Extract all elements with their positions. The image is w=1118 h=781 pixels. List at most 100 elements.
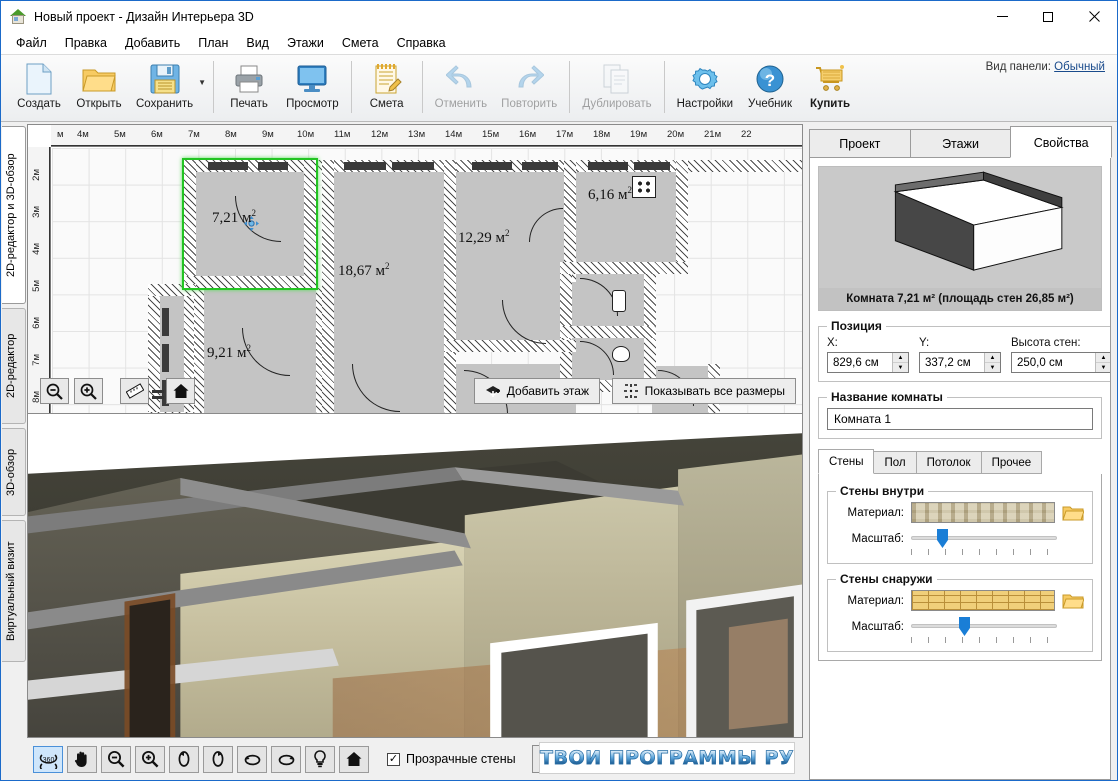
slider-ticks xyxy=(911,549,1057,555)
y-value[interactable]: 337,2 см xyxy=(920,353,984,372)
window-top-5 xyxy=(472,162,512,170)
tilt-up-icon xyxy=(178,751,190,767)
plan-zoom-in-button[interactable] xyxy=(74,378,103,404)
slider-thumb[interactable] xyxy=(936,529,949,548)
menu-item-edit[interactable]: Правка xyxy=(56,33,116,53)
bathtub-fixture-icon[interactable] xyxy=(612,290,626,312)
toolbar-label-open: Открыть xyxy=(76,98,122,110)
menu-item-plan[interactable]: План xyxy=(189,33,237,53)
tab-project[interactable]: Проект xyxy=(809,129,911,158)
y-up-arrow-icon: ▲ xyxy=(985,353,1000,363)
toilet-fixture-icon[interactable] xyxy=(612,346,630,362)
wall-h-d xyxy=(560,326,656,338)
show-all-sizes-button[interactable]: Показывать все размеры xyxy=(611,378,796,404)
toolbar-button-tutorial[interactable]: ? Учебник xyxy=(740,59,800,119)
home-view-button[interactable] xyxy=(339,745,369,773)
3d-view-pane[interactable] xyxy=(27,414,803,738)
panel-view-control: Вид панели: Обычный xyxy=(986,61,1105,73)
walls-inside-material-label: Материал: xyxy=(847,506,904,519)
minimize-button[interactable] xyxy=(979,1,1025,32)
plan-home-tool-button[interactable] xyxy=(166,378,195,404)
y-spinner-arrows[interactable]: ▲ ▼ xyxy=(984,353,1000,372)
pan-button[interactable] xyxy=(67,745,97,773)
plan-ruler-tool-button[interactable] xyxy=(120,378,149,404)
y-spinner[interactable]: 337,2 см ▲ ▼ xyxy=(919,352,1001,373)
ruler-tick-h-8: 11м xyxy=(334,129,351,140)
wall-height-spinner[interactable]: 250,0 см ▲ ▼ xyxy=(1011,352,1110,373)
rotate-right-button[interactable] xyxy=(271,745,301,773)
ruler-tick-h-6: 9м xyxy=(262,129,274,140)
side-tab-2d-and-3d[interactable]: 2D-редактор и 3D-обзор xyxy=(2,126,26,304)
walls-outside-browse-button[interactable] xyxy=(1062,592,1085,610)
toolbar-button-new[interactable]: Создать xyxy=(9,59,69,119)
toolbar-button-preview[interactable]: Просмотр xyxy=(279,59,346,119)
menu-item-add[interactable]: Добавить xyxy=(116,33,189,53)
side-tab-virtual-visit[interactable]: Виртуальный визит xyxy=(2,520,26,662)
toolbar-button-undo[interactable]: Отменить xyxy=(428,59,495,119)
rotate-360-icon: 360 xyxy=(39,753,57,769)
menu-item-estimate[interactable]: Смета xyxy=(333,33,388,53)
toolbar-button-duplicate[interactable]: Дублировать xyxy=(575,59,658,119)
toolbar-separator xyxy=(421,61,423,113)
svg-text:360: 360 xyxy=(42,757,54,764)
save-dropdown-arrow-icon[interactable]: ▼ xyxy=(198,78,206,87)
room-name-input[interactable]: Комната 1 xyxy=(827,408,1093,430)
walls-inside-material-swatch[interactable] xyxy=(911,502,1055,523)
ruler-tick-h-7: 10м xyxy=(297,129,315,140)
walls-outside-material-swatch[interactable] xyxy=(911,590,1055,611)
rotate-360-button[interactable]: 360 xyxy=(33,745,63,773)
toolbar-button-open[interactable]: Открыть xyxy=(69,59,129,119)
2d-editor-pane[interactable]: м 4м 5м 6м 7м 8м 9м 10м 11м 12м 13м 14м … xyxy=(27,124,803,414)
add-floor-button[interactable]: Добавить этаж xyxy=(473,378,600,404)
wall-v-d xyxy=(322,160,334,413)
floor-plan-canvas[interactable]: 7,21 м2 9,21 м2 18,67 м2 12,29 м2 6,16 м… xyxy=(52,148,802,413)
walls-inside-browse-button[interactable] xyxy=(1062,504,1085,522)
toolbar-button-save[interactable]: Сохранить xyxy=(129,59,200,119)
close-button[interactable] xyxy=(1071,1,1117,32)
x-spinner-arrows[interactable]: ▲ ▼ xyxy=(892,353,908,372)
home-icon xyxy=(173,384,188,398)
tab-floors[interactable]: Этажи xyxy=(909,129,1012,158)
zoom-out-3d-button[interactable] xyxy=(101,745,131,773)
toolbar-button-estimate[interactable]: Смета xyxy=(357,59,417,119)
tilt-down-button[interactable] xyxy=(203,745,233,773)
side-tab-3d-view[interactable]: 3D-обзор xyxy=(2,428,26,516)
menu-item-view[interactable]: Вид xyxy=(237,33,278,53)
panel-view-link[interactable]: Обычный xyxy=(1054,61,1105,73)
toolbar-button-print[interactable]: Печать xyxy=(219,59,279,119)
x-value[interactable]: 829,6 см xyxy=(828,353,892,372)
wall-height-value[interactable]: 250,0 см xyxy=(1012,353,1095,372)
x-spinner[interactable]: 829,6 см ▲ ▼ xyxy=(827,352,909,373)
subtab-other[interactable]: Прочее xyxy=(980,451,1043,474)
menu-item-file[interactable]: Файл xyxy=(7,33,56,53)
tab-properties[interactable]: Свойства xyxy=(1010,126,1113,158)
toolbar-button-buy[interactable]: Купить xyxy=(800,59,860,119)
subtab-ceiling[interactable]: Потолок xyxy=(915,451,982,474)
tilt-up-button[interactable] xyxy=(169,745,199,773)
menu-item-floors[interactable]: Этажи xyxy=(278,33,333,53)
toolbar-separator xyxy=(213,61,215,113)
slider-thumb[interactable] xyxy=(958,617,971,636)
subtab-walls[interactable]: Стены xyxy=(818,449,875,474)
plan-zoom-out-button[interactable] xyxy=(40,378,69,404)
ruler-tick-h-1: 4м xyxy=(77,129,89,140)
wall-height-spinner-arrows[interactable]: ▲ ▼ xyxy=(1095,353,1110,372)
zoom-in-icon xyxy=(80,383,97,400)
side-tab-2d-editor[interactable]: 2D-редактор xyxy=(2,308,26,424)
checkbox-box[interactable]: ✓ xyxy=(387,752,400,766)
maximize-button[interactable] xyxy=(1025,1,1071,32)
walls-inside-scale-slider[interactable] xyxy=(911,529,1057,555)
zoom-in-3d-button[interactable] xyxy=(135,745,165,773)
toolbar-button-redo[interactable]: Повторить xyxy=(494,59,564,119)
transparent-walls-checkbox[interactable]: ✓ Прозрачные стены xyxy=(387,752,516,766)
toolbar-button-settings[interactable]: Настройки xyxy=(670,59,740,119)
subtab-floor[interactable]: Пол xyxy=(873,451,917,474)
lighting-button[interactable] xyxy=(305,745,335,773)
room-area-label-12-29: 12,29 м2 xyxy=(458,228,510,246)
undo-arrow-icon xyxy=(445,62,476,96)
walls-outside-scale-slider[interactable] xyxy=(911,617,1057,643)
menu-item-help[interactable]: Справка xyxy=(388,33,455,53)
rotate-left-button[interactable] xyxy=(237,745,267,773)
open-folder-icon xyxy=(82,62,116,96)
walls-outside-legend: Стены снаружи xyxy=(840,572,933,586)
